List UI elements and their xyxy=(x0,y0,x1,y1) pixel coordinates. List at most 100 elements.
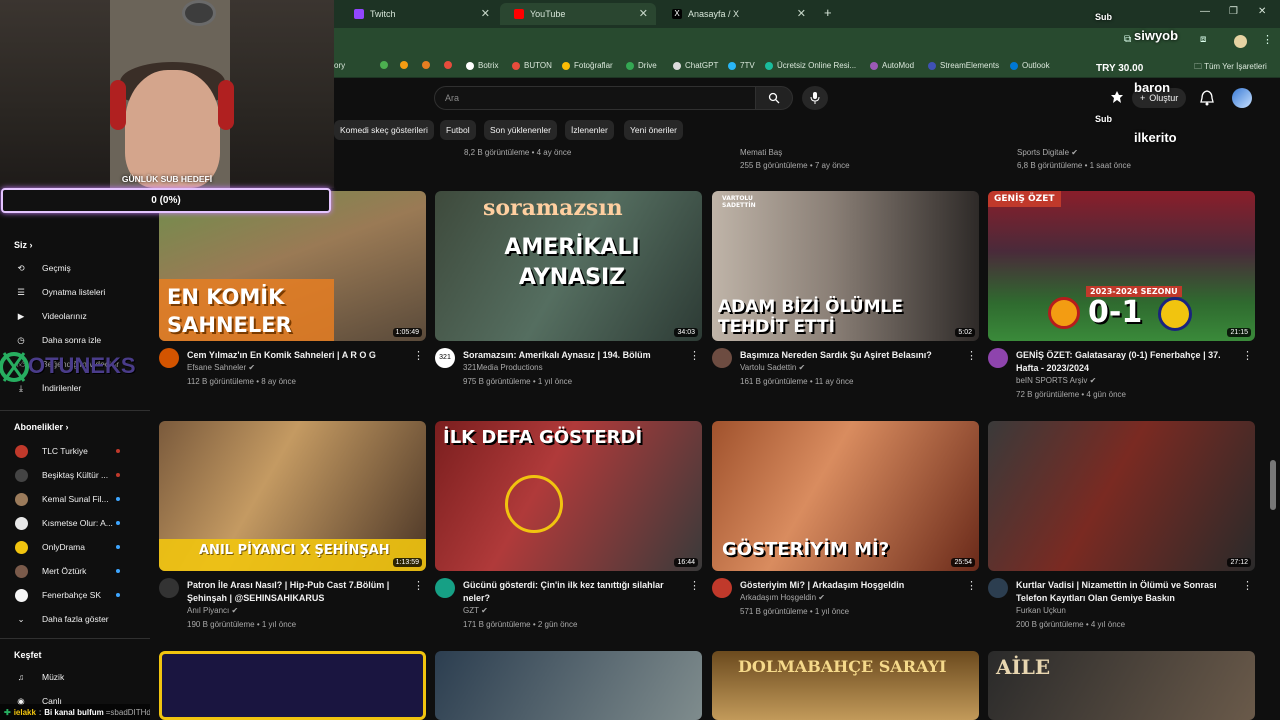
chip-recent[interactable]: Son yüklenenler xyxy=(484,120,557,140)
sidebar-item-your-videos[interactable]: ▶ Videolarınız xyxy=(14,307,87,325)
minimize-icon[interactable]: — xyxy=(1200,6,1210,17)
sidebar-item-sub[interactable]: Kısmetse Olur: A... xyxy=(14,514,113,532)
sidebar-show-more[interactable]: ⌄ Daha fazla göster xyxy=(14,610,108,628)
channel-avatar[interactable] xyxy=(159,578,179,598)
video-thumbnail[interactable]: AİLE xyxy=(988,651,1255,720)
voice-search-button[interactable] xyxy=(802,86,828,110)
video-thumbnail[interactable] xyxy=(435,651,702,720)
channel-avatar[interactable] xyxy=(988,348,1008,368)
video-thumbnail[interactable]: soramazsın AMERİKALI AYNASIZ 34:03 xyxy=(435,191,702,341)
video-thumbnail[interactable]: VARTOLU SADETTİN ADAM BİZİ ÖLÜMLE TEHDİT… xyxy=(712,191,979,341)
video-channel[interactable]: Efsane Sahneler ✔ xyxy=(187,363,255,372)
video-channel[interactable]: Vartolu Sadettin ✔ xyxy=(740,363,805,372)
video-thumbnail[interactable]: DOLMABAHÇE SARAYI xyxy=(712,651,979,720)
more-options-icon[interactable]: ⋮ xyxy=(966,349,977,362)
chip-watched[interactable]: İzlenenler xyxy=(565,120,614,140)
sidebar-item-sub[interactable]: Kemal Sunal Fil... xyxy=(14,490,109,508)
scrollbar[interactable] xyxy=(1270,460,1276,510)
gift-icon[interactable] xyxy=(1110,90,1126,106)
sidebar-item-sub[interactable]: Beşiktaş Kültür ... xyxy=(14,466,108,484)
bookmark-icon[interactable] xyxy=(422,61,434,69)
video-channel[interactable]: GZT ✔ xyxy=(463,606,488,615)
bookmark[interactable]: ory xyxy=(334,61,345,70)
close-window-icon[interactable]: ✕ xyxy=(1258,6,1266,17)
more-options-icon[interactable]: ⋮ xyxy=(1242,349,1253,362)
video-channel[interactable]: 321Media Productions xyxy=(463,363,543,372)
all-bookmarks-link[interactable]: 🗀 Tüm Yer İşaretleri xyxy=(1194,61,1267,75)
bookmark-7tv[interactable]: 7TV xyxy=(728,61,755,70)
tab-x[interactable]: X Anasayfa / X ✕ xyxy=(658,3,814,25)
video-title[interactable]: Gücünü gösterdi: Çin'in ilk kez tanıttığ… xyxy=(463,579,688,605)
extensions-icon[interactable]: ⧈ xyxy=(1200,34,1206,45)
new-tab-button[interactable]: + xyxy=(824,5,832,20)
account-avatar[interactable] xyxy=(1232,88,1252,108)
profile-avatar[interactable] xyxy=(1234,35,1247,48)
restore-icon[interactable]: ❐ xyxy=(1229,6,1238,17)
video-channel[interactable]: Anıl Piyancı ✔ xyxy=(187,606,238,615)
video-thumbnail[interactable]: ANIL PİYANCI X ŞEHİNŞAH 1:13:59 xyxy=(159,421,426,571)
video-thumbnail[interactable]: GENİŞ ÖZET 2023-2024 SEZONU 0-1 21:15 xyxy=(988,191,1255,341)
channel-avatar[interactable]: 321 xyxy=(435,348,455,368)
video-title[interactable]: Başımıza Nereden Sardık Şu Aşiret Belası… xyxy=(740,349,965,362)
channel-avatar[interactable] xyxy=(712,578,732,598)
video-channel[interactable]: Arkadaşım Hoşgeldin ✔ xyxy=(740,593,825,602)
bookmark-outlook[interactable]: Outlook xyxy=(1010,61,1050,70)
video-thumbnail[interactable]: GÖSTERİYİM Mİ? 25:54 xyxy=(712,421,979,571)
sidebar-item-sub[interactable]: Fenerbahçe SK xyxy=(14,586,101,604)
tab-youtube[interactable]: YouTube ✕ xyxy=(500,3,656,25)
video-channel[interactable]: Memati Baş xyxy=(740,148,782,157)
more-options-icon[interactable]: ⋮ xyxy=(413,579,424,592)
sidebar-you-header[interactable]: Siz › xyxy=(14,240,33,250)
sidebar-item-playlists[interactable]: ☰ Oynatma listeleri xyxy=(14,283,105,301)
bookmark-buton[interactable]: BUTON xyxy=(512,61,552,70)
bookmark-icon[interactable] xyxy=(380,61,392,69)
close-icon[interactable]: ✕ xyxy=(639,7,648,20)
video-title[interactable]: Kurtlar Vadisi | Nizamettin in Ölümü ve … xyxy=(1016,579,1241,605)
channel-avatar[interactable] xyxy=(159,348,179,368)
video-title[interactable]: Cem Yılmaz'ın En Komik Sahneleri | A R O… xyxy=(187,349,412,362)
sidebar-item-sub[interactable]: TLC Turkiye xyxy=(14,442,88,460)
sidebar-item-sub[interactable]: Mert Öztürk xyxy=(14,562,86,580)
video-thumbnail[interactable] xyxy=(159,651,426,720)
bookmark-botrix[interactable]: Botrix xyxy=(466,61,498,70)
video-thumbnail[interactable]: İLK DEFA GÖSTERDİ 16:44 xyxy=(435,421,702,571)
more-options-icon[interactable]: ⋮ xyxy=(1242,579,1253,592)
bookmark-streamelements[interactable]: StreamElements xyxy=(928,61,999,70)
video-channel[interactable]: Sports Digitale ✔ xyxy=(1017,148,1078,157)
bookmark-photos[interactable]: Fotoğraflar xyxy=(562,61,613,70)
video-title[interactable]: Patron İle Arası Nasıl? | Hip-Pub Cast 7… xyxy=(187,579,412,605)
chip-comedy[interactable]: Komedi skeç gösterileri xyxy=(334,120,434,140)
search-input[interactable]: Ara xyxy=(434,86,756,110)
close-icon[interactable]: ✕ xyxy=(481,7,490,20)
video-title[interactable]: Gösteriyim Mi? | Arkadaşım Hoşgeldin xyxy=(740,579,965,592)
sidebar-item-sub[interactable]: OnlyDrama xyxy=(14,538,85,556)
close-icon[interactable]: ✕ xyxy=(797,7,806,20)
sidebar-item-history[interactable]: ⟲ Geçmiş xyxy=(14,259,70,277)
tab-twitch[interactable]: Twitch ✕ xyxy=(340,3,498,25)
bookmark-resize[interactable]: Ücretsiz Online Resi... xyxy=(765,61,856,70)
video-thumbnail[interactable]: 27:12 xyxy=(988,421,1255,571)
bookmark-icon[interactable] xyxy=(444,61,456,69)
video-title[interactable]: GENİŞ ÖZET: Galatasaray (0-1) Fenerbahçe… xyxy=(1016,349,1241,375)
more-options-icon[interactable]: ⋮ xyxy=(966,579,977,592)
notifications-icon[interactable] xyxy=(1200,90,1216,106)
more-menu-icon[interactable]: ⋮ xyxy=(1262,33,1273,46)
bookmark-drive[interactable]: Drive xyxy=(626,61,657,70)
video-channel[interactable]: Furkan Uçkun xyxy=(1016,606,1066,615)
channel-avatar[interactable] xyxy=(988,578,1008,598)
video-title[interactable]: Soramazsın: Amerikalı Aynasız | 194. Böl… xyxy=(463,349,688,362)
sidebar-item-music[interactable]: ♫ Müzik xyxy=(14,668,64,686)
search-button[interactable] xyxy=(755,86,793,110)
channel-avatar[interactable] xyxy=(712,348,732,368)
bookmark-icon[interactable] xyxy=(400,61,412,69)
chip-football[interactable]: Futbol xyxy=(440,120,476,140)
more-options-icon[interactable]: ⋮ xyxy=(689,579,700,592)
sidebar-subscriptions-header[interactable]: Abonelikler › xyxy=(14,422,69,432)
chip-new[interactable]: Yeni öneriler xyxy=(624,120,683,140)
channel-avatar[interactable] xyxy=(435,578,455,598)
more-options-icon[interactable]: ⋮ xyxy=(413,349,424,362)
bookmark-automod[interactable]: AutoMod xyxy=(870,61,914,70)
cast-icon[interactable]: ⧉ xyxy=(1124,34,1131,45)
more-options-icon[interactable]: ⋮ xyxy=(689,349,700,362)
bookmark-chatgpt[interactable]: ChatGPT xyxy=(673,61,718,70)
